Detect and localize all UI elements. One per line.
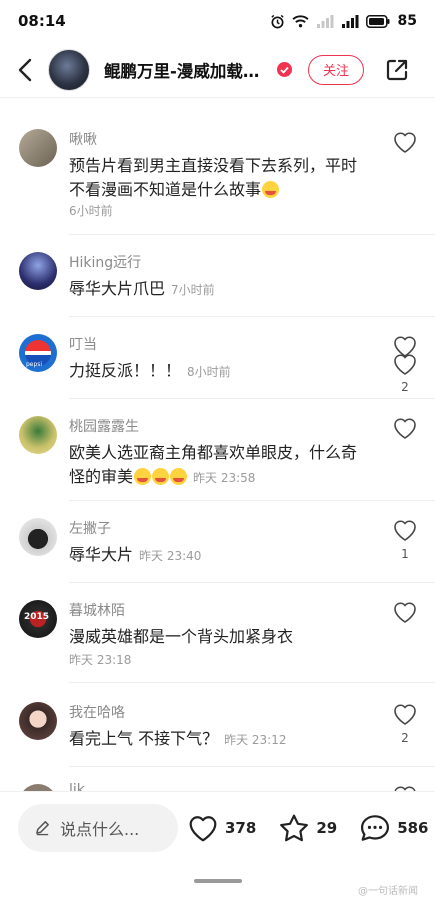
heart-icon[interactable]: [392, 784, 418, 791]
commenter-avatar[interactable]: [19, 784, 57, 791]
heart-icon[interactable]: [392, 416, 418, 440]
comment-text: 看完上气 不接下气？ 昨天 23:12: [69, 727, 369, 752]
comment-total: 586: [397, 818, 429, 837]
chevron-left-icon: [18, 58, 32, 81]
comment-text: 漫威英雄都是一个背头加紧身衣: [69, 625, 369, 649]
divider: [69, 316, 435, 317]
bottom-action-bar: 说点什么... 378 29 586: [0, 791, 435, 863]
comment-body: 看完上气 不接下气？: [69, 729, 219, 748]
comment-input[interactable]: 说点什么...: [18, 803, 178, 852]
comment-time: 昨天 23:40: [139, 549, 202, 563]
like-button[interactable]: 378: [187, 813, 256, 843]
comment-body: 漫威英雄都是一个背头加紧身衣: [69, 627, 294, 646]
battery-icon: [365, 14, 390, 28]
laughing-crying-emoji-icon: [152, 468, 170, 485]
status-bar: 08:14 85: [0, 0, 435, 42]
comment-time: 昨天 23:58: [193, 471, 256, 485]
commenter-avatar[interactable]: pepsi: [19, 334, 57, 372]
commenter-name[interactable]: Hiking远行: [69, 252, 141, 272]
like-total: 378: [225, 818, 257, 837]
divider: [69, 682, 435, 683]
commenter-name[interactable]: 我在哈咯: [69, 702, 125, 722]
comment-text: 辱华大片爪巴 7小时前: [69, 277, 369, 302]
comment-body: 辱华大片: [69, 545, 134, 564]
comment-bubble-icon: [361, 814, 390, 841]
comment-text: 力挺反派！！！ 8小时前: [69, 359, 369, 384]
divider: [69, 234, 435, 235]
commenter-avatar[interactable]: [19, 518, 57, 556]
heart-icon[interactable]: [392, 702, 418, 726]
commenter-name[interactable]: lik: [69, 782, 85, 791]
favorite-button[interactable]: 29: [278, 813, 337, 843]
pencil-icon: [36, 821, 49, 836]
laughing-crying-emoji-icon: [134, 468, 152, 485]
comment-time: 8小时前: [187, 365, 231, 379]
divider: [69, 500, 435, 501]
wifi-icon: [291, 14, 309, 27]
comment-button[interactable]: 586: [359, 813, 429, 843]
commenter-avatar[interactable]: 2015: [19, 600, 57, 638]
home-indicator[interactable]: [194, 879, 242, 883]
laughing-crying-emoji-icon: [170, 468, 188, 485]
divider: [69, 766, 435, 767]
heart-icon[interactable]: [392, 130, 418, 154]
nav-bar: 鲲鹏万里-漫威加载… 关注: [0, 42, 435, 98]
follow-button[interactable]: 关注: [308, 54, 364, 85]
verified-icon: [277, 62, 292, 77]
commenter-name[interactable]: 叮当: [69, 334, 97, 354]
comment-text: 辱华大片 昨天 23:40: [69, 543, 369, 568]
signal-empty-icon: [316, 14, 334, 28]
star-icon: [280, 814, 309, 841]
heart-icon: [189, 815, 217, 841]
share-icon: [386, 59, 408, 80]
comment-text: 欧美人选亚裔主角都喜欢单眼皮，什么奇怪的审美 昨天 23:58: [69, 441, 369, 490]
author-name[interactable]: 鲲鹏万里-漫威加载…: [104, 58, 274, 82]
divider: [69, 398, 435, 399]
like-count: 2: [401, 380, 409, 394]
commenter-avatar[interactable]: [19, 129, 57, 167]
year-label: 2015: [24, 612, 50, 622]
laughing-crying-emoji-icon: [262, 181, 280, 198]
commenter-avatar[interactable]: [19, 702, 57, 740]
comment-input-placeholder: 说点什么...: [60, 819, 140, 839]
heart-icon[interactable]: [392, 518, 418, 542]
author-avatar[interactable]: [48, 48, 90, 91]
comment-list: 啾啾 预告片看到男主直接没看下去系列，平时不看漫画不知道是什么故事 6小时前 H…: [0, 99, 435, 791]
heart-icon[interactable]: [392, 600, 418, 624]
commenter-name[interactable]: 暮城林陌: [69, 600, 125, 620]
like-count: 2: [401, 731, 409, 745]
commenter-name[interactable]: 啾啾: [69, 129, 97, 149]
battery-level: 85: [397, 13, 417, 29]
commenter-name[interactable]: 桃园露露生: [69, 416, 139, 436]
comment-time: 7小时前: [171, 283, 215, 297]
like-count: 1: [401, 547, 409, 561]
pepsi-label: pepsi: [26, 361, 43, 368]
commenter-avatar[interactable]: [19, 252, 57, 290]
status-icons: 85: [270, 13, 417, 29]
heart-icon[interactable]: [392, 334, 418, 358]
watermark: @一句话新闻: [358, 886, 418, 897]
comment-text: 预告片看到男主直接没看下去系列，平时不看漫画不知道是什么故事: [69, 154, 369, 202]
commenter-avatar[interactable]: [19, 416, 57, 454]
comment-body: 辱华大片爪巴: [69, 279, 166, 298]
commenter-name[interactable]: 左撇子: [69, 518, 111, 538]
divider: [69, 582, 435, 583]
alarm-icon: [270, 14, 284, 28]
back-button[interactable]: [2, 42, 48, 98]
comment-body: 预告片看到男主直接没看下去系列，平时不看漫画不知道是什么故事: [69, 156, 358, 199]
comment-body: 力挺反派！！！: [69, 361, 182, 380]
comment-time: 6小时前: [69, 204, 113, 218]
comment-time: 昨天 23:18: [69, 653, 132, 667]
comment-time: 昨天 23:12: [224, 733, 287, 747]
favorite-total: 29: [316, 818, 338, 837]
status-time: 08:14: [18, 12, 66, 30]
share-button[interactable]: [380, 53, 414, 87]
signal-icon: [341, 14, 359, 28]
